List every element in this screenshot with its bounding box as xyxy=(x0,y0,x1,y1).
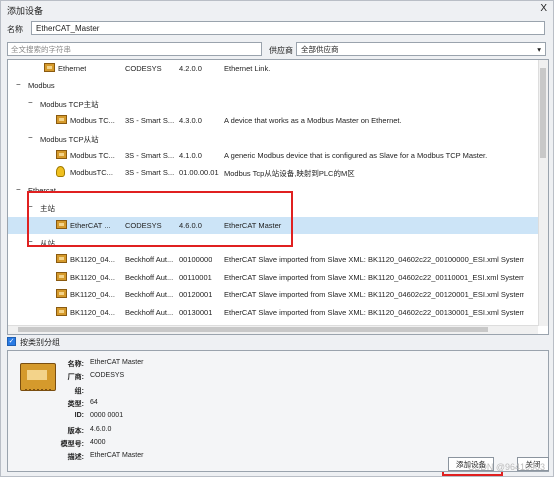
watermark: CSDN @96410903 xyxy=(467,462,545,472)
vendor-dropdown[interactable]: 全部供应商 ▾ xyxy=(296,42,546,56)
name-row: 名称 EtherCAT_Master xyxy=(1,21,553,37)
collapse-toggle-icon[interactable]: − xyxy=(16,185,21,194)
info-value: 4000 xyxy=(90,438,106,446)
device-name-cell: ModbusTC... xyxy=(70,168,113,178)
tree-device-row[interactable]: BK1120_04... Beckhoff Aut... 00130001 Ether… xyxy=(8,304,538,321)
info-key: 厂商: xyxy=(67,374,84,382)
ethercat-master-highlight xyxy=(27,191,293,247)
add-device-dialog: 添加设备 X 名称 EtherCAT_Master 全文搜索的字符串 供应商 全… xyxy=(0,0,554,477)
device-name-cell: Modbus TC... xyxy=(70,116,115,126)
tree-group-label: Modbus TCP从站 xyxy=(40,134,99,144)
device-name-cell: BK1120_04... xyxy=(70,307,115,317)
device-version-cell: 00120001 xyxy=(179,290,213,300)
tree-group-row[interactable]: − Modbus TCP从站 xyxy=(8,130,538,147)
device-description-cell: EtherCAT Slave imported from Slave XML: … xyxy=(224,255,524,265)
tree-device-row[interactable]: BK1120_04... Beckhoff Aut... 00120001 Ether… xyxy=(8,286,538,303)
collapse-toggle-icon[interactable]: − xyxy=(16,80,21,89)
collapse-toggle-icon[interactable]: − xyxy=(28,98,33,107)
title-bar: 添加设备 X xyxy=(1,1,553,17)
chevron-down-icon: ▾ xyxy=(537,45,541,54)
tree-device-row[interactable]: Ethernet CODESYS 4.2.0.0 Ethernet Link. xyxy=(8,60,538,77)
info-key: 版本: xyxy=(67,427,84,435)
info-key: 模型号: xyxy=(60,440,84,448)
info-key: 组: xyxy=(74,387,84,395)
tree-group-label: Modbus TCP主站 xyxy=(40,99,99,109)
tree-group-row[interactable]: − Modbus xyxy=(8,77,538,94)
device-module-icon xyxy=(56,150,67,159)
horizontal-scrollbar[interactable] xyxy=(8,325,538,334)
device-name-cell: BK1120_04... xyxy=(70,290,115,300)
device-description-cell: Modbus Tcp从站设备,映射到PLC的M区 xyxy=(224,169,355,179)
device-version-cell: 00130001 xyxy=(179,307,213,317)
device-vendor-cell: 3S - Smart S... xyxy=(125,116,175,126)
device-description-cell: EtherCAT Slave imported from Slave XML: … xyxy=(224,272,524,282)
close-icon[interactable]: X xyxy=(540,3,547,14)
device-version-cell: 4.3.0.0 xyxy=(179,116,202,126)
device-module-icon xyxy=(56,115,67,125)
vertical-scroll-thumb[interactable] xyxy=(540,68,546,158)
device-name-cell: BK1120_04... xyxy=(70,272,115,282)
collapse-toggle-icon[interactable]: − xyxy=(28,133,33,142)
tree-device-row[interactable]: BK1120_04... Beckhoff Aut... 00100000 Ether… xyxy=(8,251,538,268)
checkbox-checked-icon[interactable]: ✓ xyxy=(7,337,16,346)
tree-group-label: Modbus xyxy=(28,81,55,91)
info-value: 4.6.0.0 xyxy=(90,425,112,433)
device-version-cell: 00100000 xyxy=(179,255,213,265)
device-vendor-cell: 3S - Smart S... xyxy=(125,168,175,178)
info-value: 64 xyxy=(90,398,98,406)
device-module-icon xyxy=(56,289,67,299)
device-vendor-cell: 3S - Smart S... xyxy=(125,151,175,160)
info-value: CODESYS xyxy=(90,372,125,380)
device-module-icon xyxy=(56,271,67,281)
device-description-cell: Ethernet Link. xyxy=(224,64,271,73)
info-value: EtherCAT Master xyxy=(90,359,144,366)
device-description-cell: EtherCAT Slave imported from Slave XML: … xyxy=(224,307,524,317)
tree-group-row[interactable]: − Modbus TCP主站 xyxy=(8,95,538,112)
group-by-category-label: 按类别分组 xyxy=(20,338,60,347)
device-module-icon xyxy=(44,63,55,72)
info-key: 名称: xyxy=(67,361,84,368)
tree-device-row[interactable]: BK1120_04... Beckhoff Aut... 00110001 Ether… xyxy=(8,269,538,286)
device-info-panel: 名称: EtherCAT Master 厂商: CODESYS 组: 类型: 64 ID: 00… xyxy=(7,350,549,472)
device-module-icon xyxy=(56,306,67,316)
vertical-scrollbar[interactable] xyxy=(538,60,548,326)
name-label: 名称 xyxy=(7,25,23,34)
device-description-cell: EtherCAT Slave imported from Slave XML: … xyxy=(224,290,524,300)
tree-device-row[interactable]: Modbus TC... 3S - Smart S... 4.1.0.0 A gene… xyxy=(8,147,538,164)
search-input[interactable]: 全文搜索的字符串 xyxy=(7,42,262,56)
device-name-cell: Modbus TC... xyxy=(70,151,115,160)
device-version-cell: 00110001 xyxy=(179,272,212,282)
dialog-title: 添加设备 xyxy=(7,6,44,16)
vendor-selected-value: 全部供应商 xyxy=(301,45,339,54)
device-vendor-cell: Beckhoff Aut... xyxy=(125,307,174,317)
device-name-cell: Ethernet xyxy=(58,64,87,73)
horizontal-scroll-thumb[interactable] xyxy=(18,327,488,332)
lightbulb-device-icon xyxy=(56,166,65,178)
search-row: 全文搜索的字符串 供应商 全部供应商 ▾ xyxy=(1,42,553,58)
device-vendor-cell: Beckhoff Aut... xyxy=(125,290,174,300)
tree-device-row[interactable]: ModbusTC... 3S - Smart S... 01.00.00.01 Mod… xyxy=(8,164,538,181)
info-key: 类型: xyxy=(67,400,84,408)
device-version-cell: 4.2.0.0 xyxy=(179,64,202,73)
tree-device-row[interactable]: Modbus TC... 3S - Smart S... 4.3.0.0 A devi… xyxy=(8,112,538,129)
device-vendor-cell: Beckhoff Aut... xyxy=(125,255,174,265)
device-name-cell: BK1120_04... xyxy=(70,255,115,265)
info-value: 0000 0001 xyxy=(90,412,124,420)
info-value: EtherCAT Master xyxy=(90,452,144,460)
device-version-cell: 01.00.00.01 xyxy=(179,168,219,178)
name-input[interactable]: EtherCAT_Master xyxy=(31,21,545,35)
device-description-cell: A generic Modbus device that is configur… xyxy=(224,151,488,160)
device-vendor-cell: Beckhoff Aut... xyxy=(125,272,174,282)
device-vendor-cell: CODESYS xyxy=(125,64,162,73)
vendor-label: 供应商 xyxy=(269,46,293,55)
info-key: ID: xyxy=(74,412,84,420)
device-version-cell: 4.1.0.0 xyxy=(179,151,202,160)
device-module-icon xyxy=(56,254,67,264)
device-description-cell: A device that works as a Modbus Master o… xyxy=(224,116,402,126)
info-key: 描述: xyxy=(67,454,84,462)
